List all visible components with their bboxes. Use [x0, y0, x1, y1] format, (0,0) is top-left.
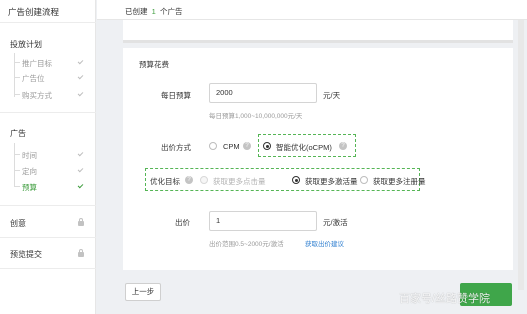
- ocpm-label[interactable]: 智能优化(oCPM): [276, 142, 332, 153]
- watermark-text: 百家号/丝路赞学院: [399, 293, 491, 305]
- created-prefix: 已创建: [125, 7, 148, 16]
- lock-icon: [78, 218, 84, 226]
- sidebar-item-time[interactable]: 时间: [22, 150, 37, 161]
- check-icon: [77, 166, 84, 173]
- check-icon: [77, 90, 84, 97]
- question-circle-icon[interactable]: ?: [185, 176, 193, 184]
- divider: [0, 22, 96, 23]
- step-dash: [14, 170, 20, 171]
- step-line: [14, 143, 15, 187]
- question-circle-icon[interactable]: ?: [243, 142, 251, 150]
- daily-budget-hint: 每日预算1,000~10,000,000元/天: [209, 113, 303, 120]
- check-icon: [77, 73, 84, 80]
- lock-icon: [78, 249, 84, 257]
- sidebar-title: 广告创建流程: [8, 7, 60, 17]
- horizontal-scrollbar[interactable]: [123, 40, 513, 43]
- created-count-text: 已创建 1 个广告: [125, 6, 183, 17]
- sidebar-item-placement[interactable]: 广告位: [22, 73, 45, 84]
- divider: [0, 205, 96, 206]
- activations-goal-radio[interactable]: [292, 176, 300, 184]
- clicks-goal-radio[interactable]: [200, 176, 208, 184]
- bid-range-hint: 出价范围0.5~2000元/激活: [209, 241, 284, 248]
- bid-unit: 元/激活: [323, 218, 348, 227]
- bid-suggestion-link[interactable]: 获取出价建议: [305, 238, 344, 248]
- daily-budget-input[interactable]: 2000: [209, 83, 317, 103]
- section-title: 预算花费: [139, 60, 169, 69]
- divider: [0, 268, 96, 269]
- activations-goal-label[interactable]: 获取更多激活量: [305, 176, 358, 187]
- sidebar: 广告创建流程 投放计划 推广目标 广告位 购买方式 广告 时间 定向 预算 创意…: [0, 0, 96, 314]
- clicks-goal-label[interactable]: 获取更多点击量: [213, 176, 266, 187]
- sidebar-item-purchase[interactable]: 购买方式: [22, 90, 52, 101]
- sidebar-item-budget[interactable]: 预算: [22, 182, 37, 193]
- check-icon: [77, 182, 84, 189]
- step-line: [14, 53, 15, 97]
- registrations-goal-radio[interactable]: [360, 176, 368, 184]
- created-count: 1: [151, 7, 156, 16]
- step-dash: [14, 62, 20, 63]
- check-icon: [77, 58, 84, 65]
- created-suffix: 个广告: [160, 7, 183, 16]
- sidebar-group-plan[interactable]: 投放计划: [10, 39, 42, 50]
- step-dash: [14, 186, 20, 187]
- bid-method-label: 出价方式: [161, 143, 191, 152]
- registrations-goal-label[interactable]: 获取更多注册量: [373, 176, 426, 187]
- step-dash: [14, 94, 20, 95]
- daily-budget-label: 每日预算: [161, 91, 191, 100]
- ocpm-radio[interactable]: [263, 142, 271, 150]
- step-dash: [14, 77, 20, 78]
- optimization-goal-label: 优化目标: [150, 177, 180, 186]
- daily-budget-unit: 元/天: [323, 91, 341, 100]
- prev-button[interactable]: 上一步: [125, 283, 161, 301]
- top-bar: 已创建 1 个广告: [97, 0, 527, 20]
- cpm-label[interactable]: CPM: [223, 142, 240, 151]
- divider: [0, 112, 96, 113]
- sidebar-group-creative[interactable]: 创意: [10, 218, 26, 229]
- check-icon: [77, 150, 84, 157]
- question-circle-icon[interactable]: ?: [339, 142, 347, 150]
- sidebar-group-preview[interactable]: 预览提交: [10, 249, 42, 260]
- budget-card: 预算花费 每日预算 2000 元/天 每日预算1,000~10,000,000元…: [123, 48, 513, 270]
- vertical-scrollbar[interactable]: [518, 20, 524, 290]
- bid-input[interactable]: 1: [209, 211, 317, 231]
- cpm-radio[interactable]: [209, 142, 217, 150]
- step-dash: [14, 154, 20, 155]
- divider: [0, 237, 96, 238]
- bid-label: 出价: [175, 218, 190, 227]
- sidebar-group-ad[interactable]: 广告: [10, 128, 26, 139]
- sidebar-item-target[interactable]: 推广目标: [22, 58, 52, 69]
- sidebar-item-targeting[interactable]: 定向: [22, 166, 37, 177]
